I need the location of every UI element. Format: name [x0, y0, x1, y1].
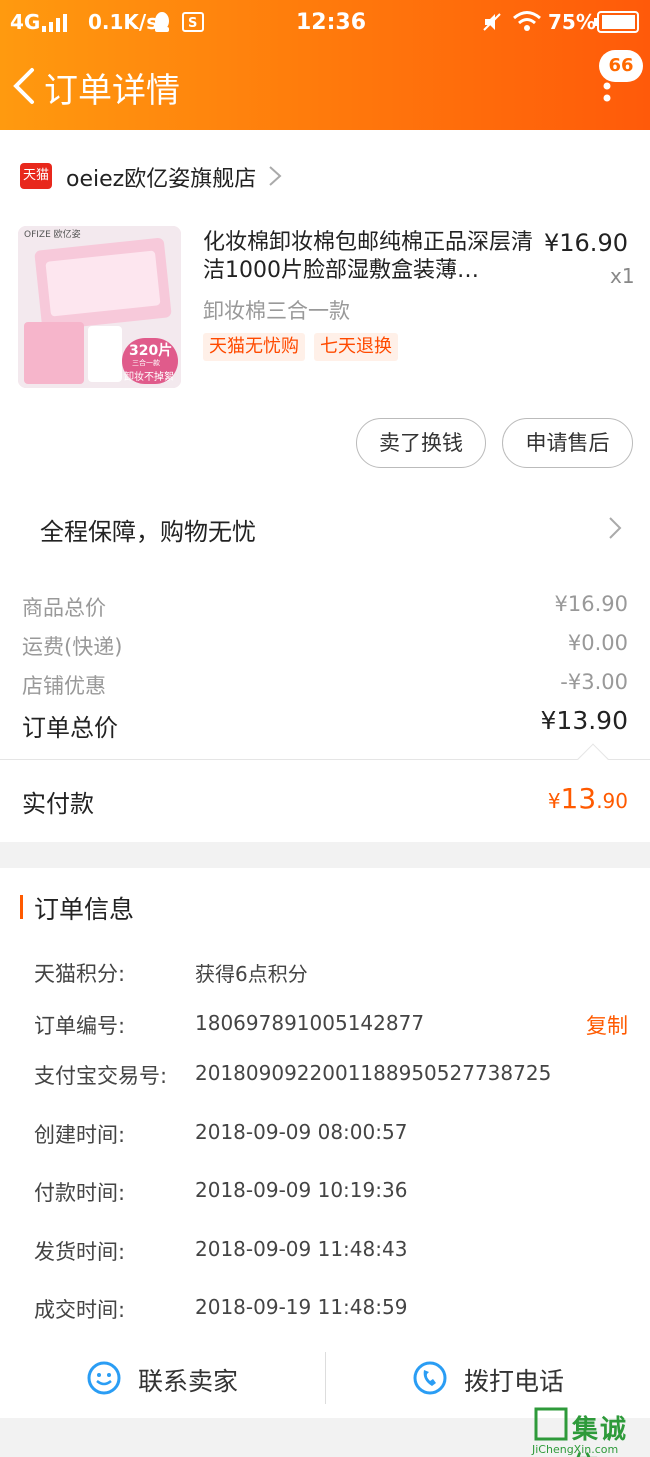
product-quantity: x1 [610, 264, 635, 288]
info-value-paid: 2018-09-09 10:19:36 [195, 1178, 408, 1202]
info-label-alipay: 支付宝交易号: [34, 1064, 168, 1088]
chat-face-icon [87, 1361, 121, 1395]
call-label: 拨打电话 [464, 1367, 565, 1396]
after-sale-button[interactable]: 申请售后 [502, 418, 633, 468]
tag-seven-day-return: 七天退换 [314, 333, 398, 361]
wifi-icon [513, 11, 541, 31]
network-type: 4G [10, 10, 41, 34]
section-accent [20, 895, 23, 919]
back-icon[interactable] [10, 66, 40, 106]
chevron-right-icon[interactable] [608, 516, 622, 540]
contact-seller-label: 联系卖家 [138, 1367, 239, 1396]
copy-button[interactable]: 复制 [586, 1010, 628, 1040]
fee-label-goods: 商品总价 [22, 596, 106, 620]
sell-button[interactable]: 卖了换钱 [356, 418, 486, 468]
tmall-icon: 天猫 [20, 163, 52, 189]
page-title: 订单详情 [44, 71, 180, 111]
order-total-label: 订单总价 [22, 714, 118, 742]
clock: 12:36 [296, 10, 367, 35]
battery-icon [594, 11, 639, 33]
signal-icon [42, 14, 67, 32]
paid-label: 实付款 [22, 790, 94, 818]
call-button[interactable]: 拨打电话 [412, 1358, 612, 1402]
watermark-logo: 集诚信 JiChengXin.com [528, 1405, 650, 1457]
product-title[interactable]: 化妆棉卸妆棉包邮纯棉正品深层清洁1000片脸部湿敷盒装薄… [203, 229, 537, 285]
info-value-alipay: 2018090922001188950527738725 [195, 1061, 552, 1085]
divider [0, 759, 650, 760]
fee-value-shipping: ¥0.00 [567, 631, 628, 655]
contact-seller-button[interactable]: 联系卖家 [86, 1358, 286, 1402]
fee-label-shipping: 运费(快递) [22, 635, 123, 659]
info-label-points: 天猫积分: [34, 962, 126, 986]
mute-icon [483, 13, 501, 31]
fee-value-goods: ¥16.90 [554, 592, 628, 616]
tag-tmall-worry-free: 天猫无忧购 [203, 333, 305, 361]
info-value-created: 2018-09-09 08:00:57 [195, 1120, 408, 1144]
product-count: 320片 [129, 343, 173, 359]
info-label-completed: 成交时间: [34, 1298, 126, 1322]
phone-icon [413, 1361, 447, 1395]
order-info-title: 订单信息 [34, 895, 135, 924]
watermark-url: JiChengXin.com [532, 1443, 619, 1456]
guarantee-row[interactable]: 全程保障，购物无忧 [40, 512, 256, 547]
network-speed: 0.1K/s [88, 10, 159, 34]
info-label-created: 创建时间: [34, 1123, 126, 1147]
action-divider [325, 1352, 326, 1404]
svg-text:S: S [188, 16, 197, 31]
info-label-shipped: 发货时间: [34, 1240, 126, 1264]
battery-percent: 75% [548, 10, 596, 34]
fee-label-discount: 店铺优惠 [22, 674, 106, 698]
status-bar: 4G 0.1K/s S 12:36 75% [0, 0, 650, 46]
info-value-order-no: 180697891005142877 [195, 1011, 425, 1035]
product-image-line1: 三合一款 [132, 359, 160, 367]
screenshot-icon: S [182, 12, 204, 32]
info-value-shipped: 2018-09-09 11:48:43 [195, 1237, 408, 1261]
product-brand: OFIZE 欧亿姿 [24, 230, 81, 240]
chevron-right-icon[interactable] [268, 165, 282, 187]
info-value-points: 获得6点积分 [195, 962, 308, 986]
qq-icon [155, 12, 169, 32]
order-total-value: ¥13.90 [540, 706, 628, 735]
message-badge[interactable]: 66 [599, 50, 643, 82]
product-image-line2: 卸妆不掉絮 [124, 372, 174, 383]
product-image[interactable]: OFIZE 欧亿姿 320片 三合一款 卸妆不掉絮 [18, 226, 181, 388]
product-spec: 卸妆棉三合一款 [203, 299, 350, 323]
product-price: ¥16.90 [544, 229, 628, 257]
store-name[interactable]: oeiez欧亿姿旗舰店 [66, 161, 256, 193]
info-label-order-no: 订单编号: [34, 1014, 126, 1038]
app-header: 4G 0.1K/s S 12:36 75% 订单详情 66 [0, 0, 650, 130]
info-value-completed: 2018-09-19 11:48:59 [195, 1295, 408, 1319]
paid-value: ¥13.90 [547, 782, 628, 815]
info-label-paid: 付款时间: [34, 1181, 126, 1205]
fee-value-discount: -¥3.00 [560, 670, 628, 694]
